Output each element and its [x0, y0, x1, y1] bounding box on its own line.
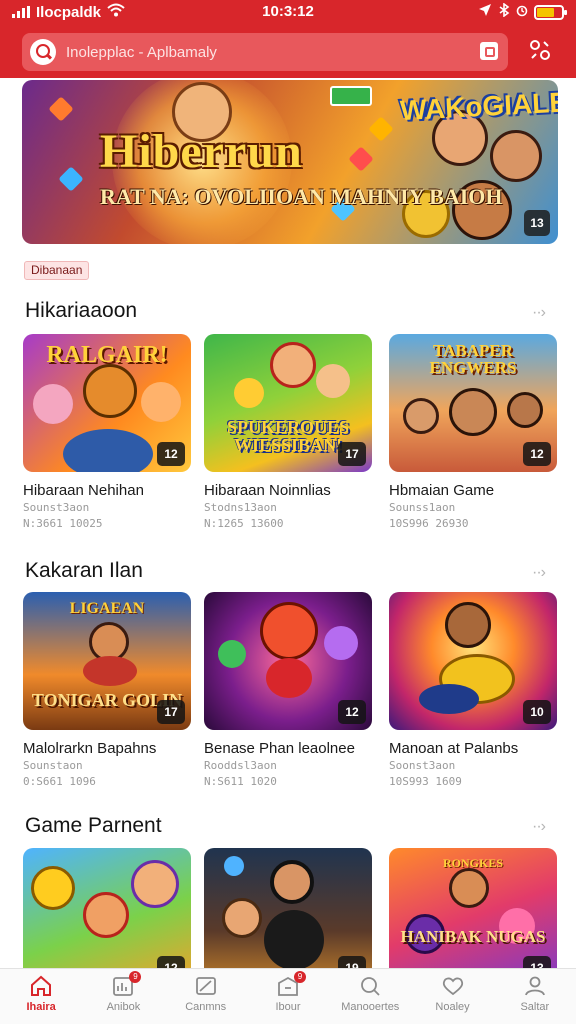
more-arrow-icon[interactable]: ··› — [532, 305, 554, 321]
banner-character — [490, 130, 542, 182]
count-badge: 10 — [523, 700, 551, 724]
count-badge: 12 — [523, 442, 551, 466]
image-icon — [194, 975, 218, 997]
section-title: Game Parnent — [25, 814, 162, 837]
banner-title: Hiberrun — [100, 125, 303, 178]
status-bar: Ilocpaldk 10:3:12 — [0, 0, 576, 26]
nav-favorites[interactable]: Noaley — [411, 969, 493, 1024]
scan-button[interactable] — [526, 38, 554, 66]
gem-icon — [58, 166, 84, 192]
game-title: Benase Phan leaolnee — [204, 740, 355, 757]
section-title: Hikariaaoon — [25, 299, 138, 322]
location-icon — [478, 3, 492, 21]
home-icon — [29, 975, 53, 997]
gem-icon — [348, 146, 374, 172]
nav-profile[interactable]: Saltar — [494, 969, 576, 1024]
game-meta: Sounss1aon — [389, 501, 456, 514]
game-thumbnail: 12 — [23, 848, 191, 986]
game-title: Hibaraan Noinnlias — [204, 482, 331, 499]
banner-logo: WAKoGIALEN! — [399, 84, 558, 127]
search-bar[interactable] — [22, 33, 508, 71]
game-card[interactable]: SPUKEROUES WIESSIBAN! 17 Hibaraan Noinnl… — [204, 334, 372, 531]
top-bar: Ilocpaldk 10:3:12 — [0, 0, 576, 78]
alarm-icon — [516, 3, 528, 21]
nav-canmns[interactable]: Canmns — [165, 969, 247, 1024]
game-thumbnail: TABAPER ENGWERS 12 — [389, 334, 557, 472]
notification-badge: 9 — [129, 971, 142, 983]
section-title: Kakaran Ilan — [25, 559, 143, 582]
bluetooth-icon — [498, 2, 510, 21]
gem-icon — [48, 96, 74, 122]
game-thumbnail: 12 — [204, 592, 372, 730]
game-card[interactable]: 12 Benase Phan leaolnee Rooddsl3aon N:S6… — [204, 592, 372, 789]
game-title: Hibaraan Nehihan — [23, 482, 144, 499]
game-meta: Sounstaon — [23, 759, 83, 772]
banner-badge: 13 — [524, 210, 550, 236]
game-card[interactable]: 19 — [204, 848, 372, 986]
count-badge: 12 — [338, 700, 366, 724]
gem-icon — [368, 116, 394, 142]
nav-ibour[interactable]: 9 Ibour — [247, 969, 329, 1024]
scan-icon — [530, 40, 550, 60]
game-meta: 10S993 1609 — [389, 775, 462, 788]
game-card[interactable]: TABAPER ENGWERS 12 Hbmaian Game Sounss1a… — [389, 334, 557, 531]
game-thumbnail: RALGAIR! 12 — [23, 334, 191, 472]
game-thumbnail: SPUKEROUES WIESSIBAN! 17 — [204, 334, 372, 472]
game-meta: Stodns13aon — [204, 501, 277, 514]
game-card[interactable]: RONGKES HANIBAK NUGAS 13 — [389, 848, 557, 986]
game-meta: Rooddsl3aon — [204, 759, 277, 772]
nav-home[interactable]: Ihaira — [0, 969, 82, 1024]
nav-anibok[interactable]: 9 Anibok — [82, 969, 164, 1024]
game-thumbnail: 19 — [204, 848, 372, 986]
bottom-nav: Ihaira 9 Anibok Canmns 9 Ibour Manooerte… — [0, 968, 576, 1024]
game-card[interactable]: RALGAIR! 12 Hibaraan Nehihan Sounst3aon … — [23, 334, 191, 531]
game-card[interactable]: LIGAEAN TONIGAR GOLIN 17 Malolrarkn Bapa… — [23, 592, 191, 789]
game-title: Hbmaian Game — [389, 482, 495, 499]
more-arrow-icon[interactable]: ··› — [532, 565, 554, 581]
game-meta: N:S611 1020 — [204, 775, 277, 788]
camera-search-icon[interactable] — [480, 42, 498, 60]
battery-icon — [534, 4, 567, 20]
banner-subtitle: RAT NA: OVOLIIOAN MAHNIY BAIOH — [100, 184, 503, 209]
search-icon — [358, 975, 382, 997]
search-input[interactable] — [66, 40, 456, 64]
game-title: Malolrarkn Bapahns — [23, 740, 157, 757]
heart-icon — [441, 975, 465, 997]
search-icon — [30, 39, 56, 65]
promo-banner[interactable]: Hiberrun RAT NA: OVOLIIOAN MAHNIY BAIOH … — [22, 80, 558, 244]
game-thumbnail: LIGAEAN TONIGAR GOLIN 17 — [23, 592, 191, 730]
count-badge: 17 — [338, 442, 366, 466]
profile-icon — [523, 975, 547, 997]
category-tag[interactable]: Dibanaan — [24, 261, 90, 280]
banner-flag — [330, 86, 372, 106]
game-card[interactable]: 12 — [23, 848, 191, 986]
game-card[interactable]: 10 Manoan at Palanbs Soonst3aon 10S993 1… — [389, 592, 557, 789]
game-meta: Sounst3aon — [23, 501, 90, 514]
nav-search[interactable]: Manooertes — [329, 969, 411, 1024]
game-thumbnail: RONGKES HANIBAK NUGAS 13 — [389, 848, 557, 986]
game-meta: N:3661 10025 — [23, 517, 103, 530]
game-meta: 10S996 26930 — [389, 517, 469, 530]
notification-badge: 9 — [293, 971, 306, 983]
game-meta: N:1265 13600 — [204, 517, 284, 530]
game-thumbnail: 10 — [389, 592, 557, 730]
game-title: Manoan at Palanbs — [389, 740, 519, 757]
more-arrow-icon[interactable]: ··› — [532, 819, 554, 835]
game-meta: 0:S661 1096 — [23, 775, 96, 788]
count-badge: 17 — [157, 700, 185, 724]
game-meta: Soonst3aon — [389, 759, 456, 772]
count-badge: 12 — [157, 442, 185, 466]
